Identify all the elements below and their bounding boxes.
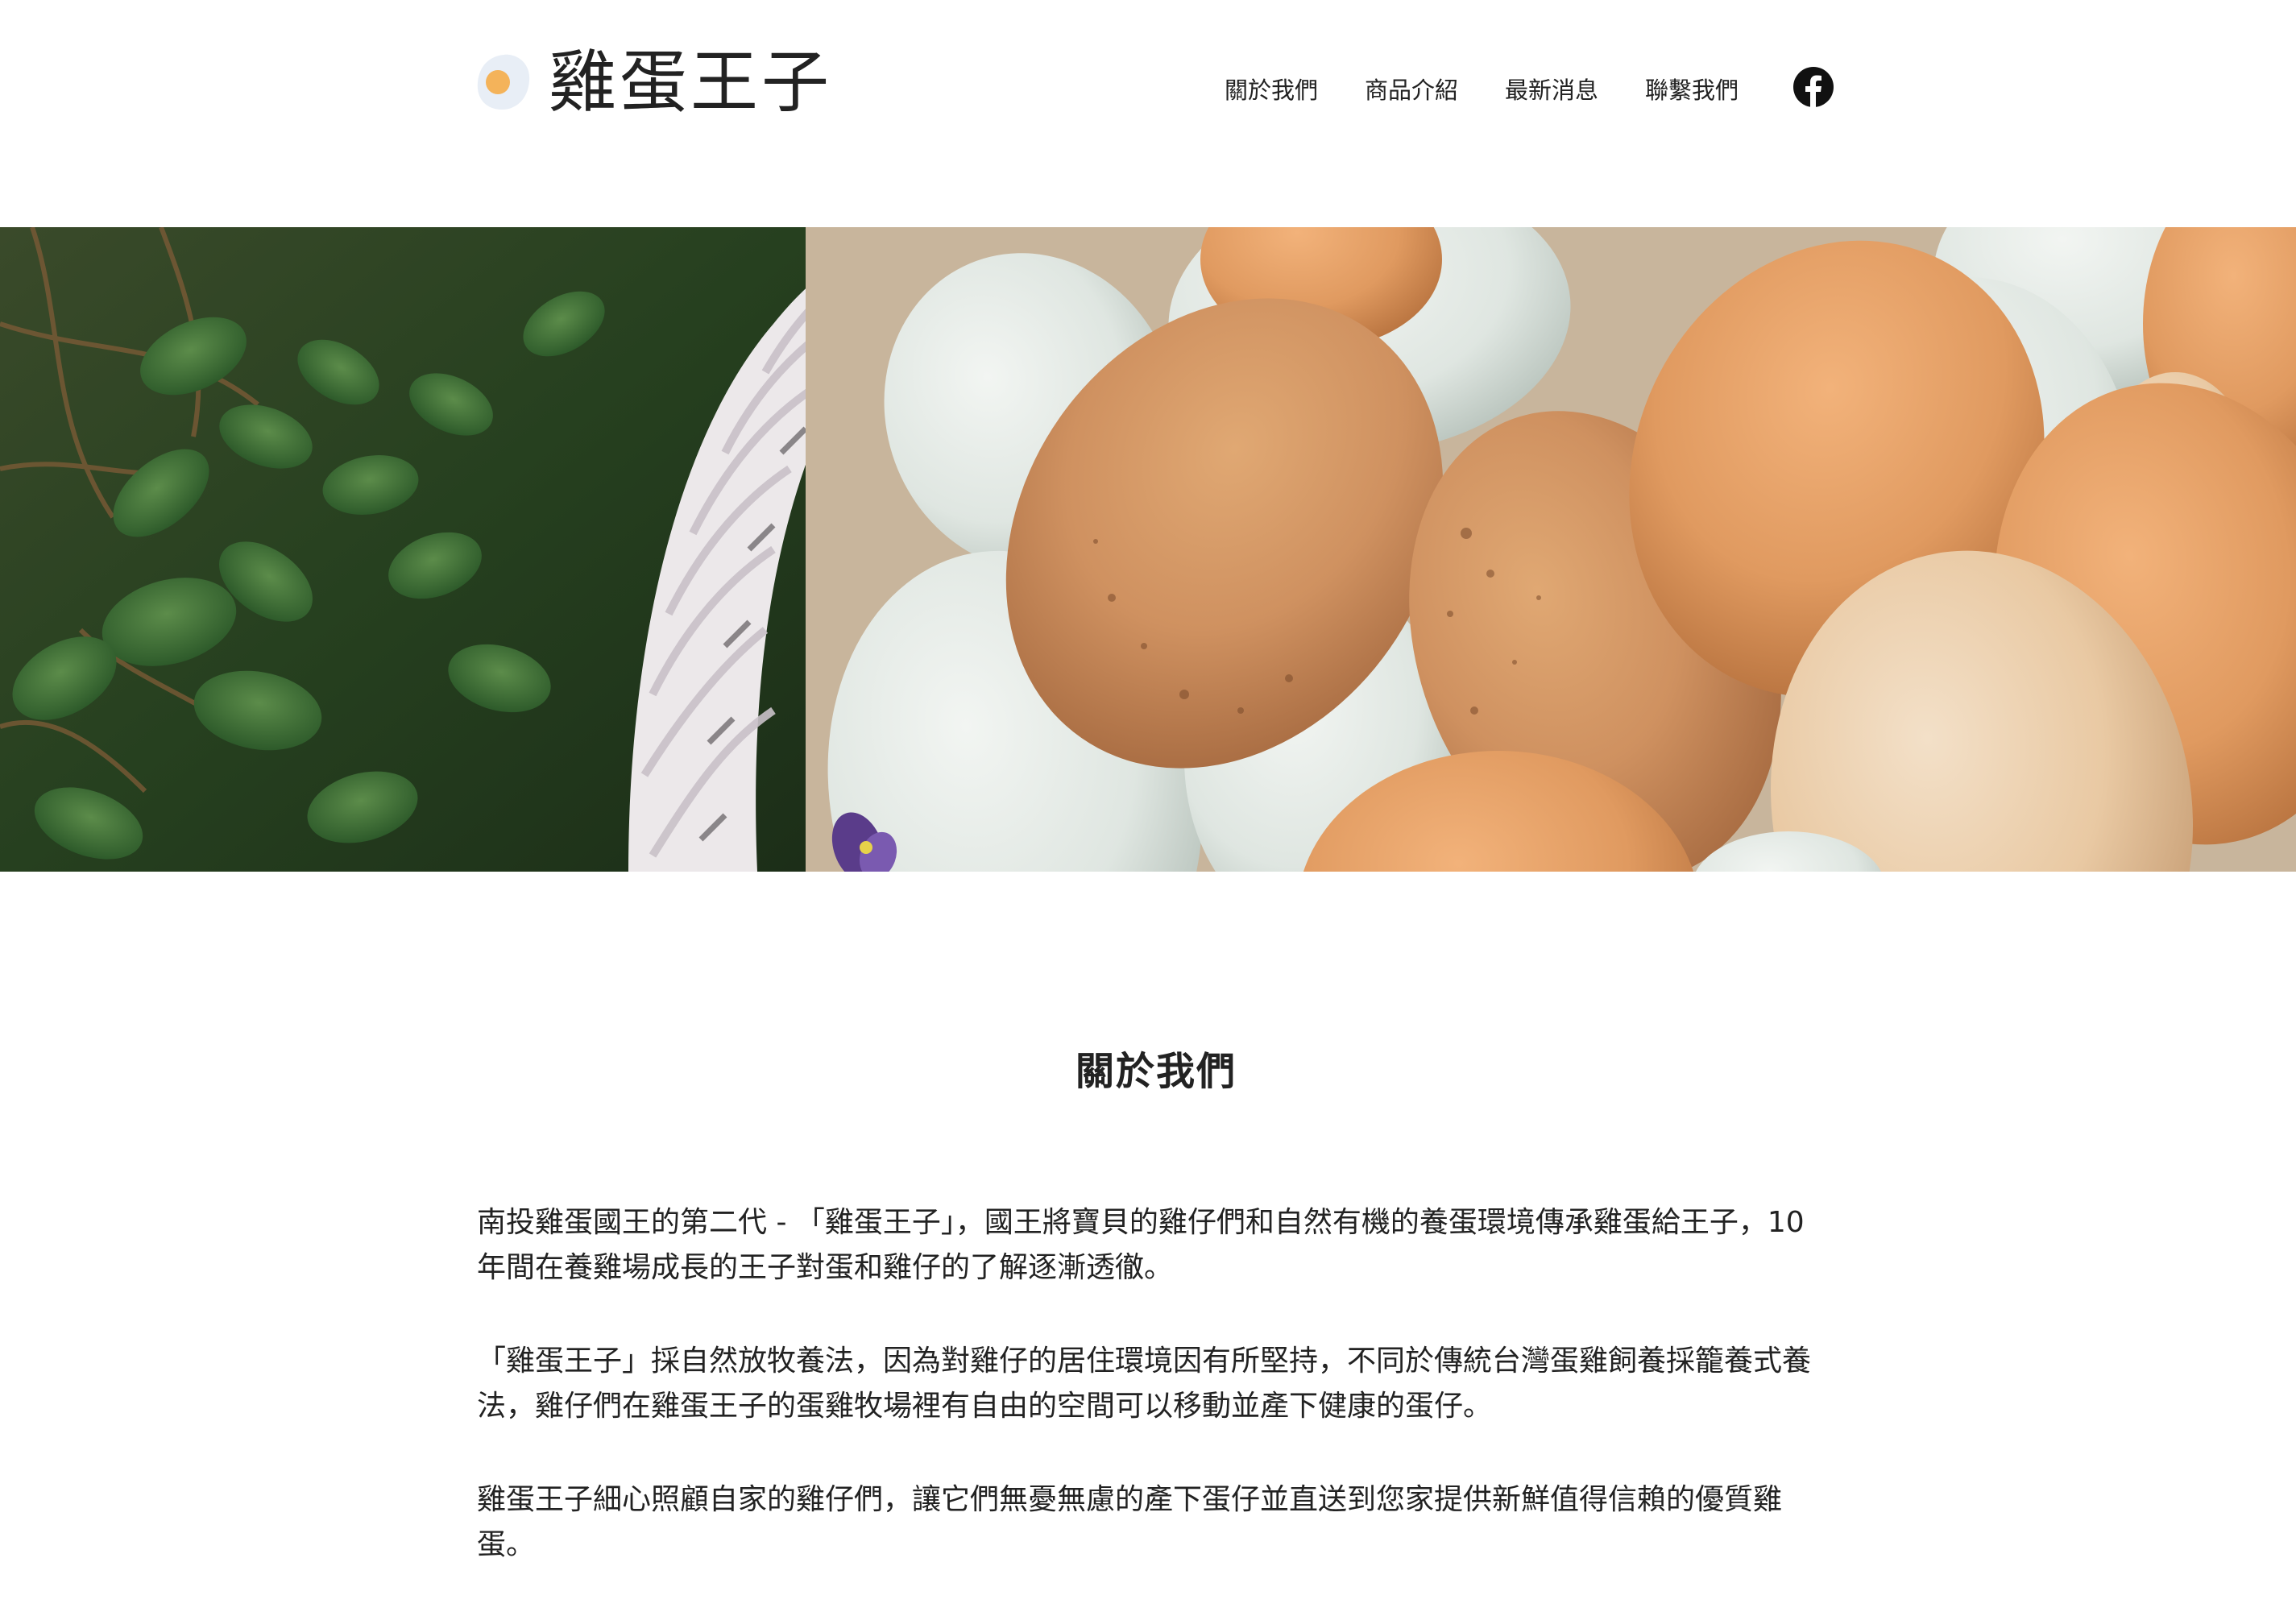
brand-logo-link[interactable]: 雞蛋王子 xyxy=(471,48,832,116)
main-nav: 關於我們 商品介紹 最新消息 聯繫我們 xyxy=(1225,66,1785,114)
about-title: 關於我們 xyxy=(1075,1049,1237,1094)
nav-item-contact[interactable]: 聯繫我們 xyxy=(1645,66,1739,114)
about-paragraph-1: 南投雞蛋國王的第二代 - 「雞蛋王子」，國王將寶貝的雞仔們和自然有機的養蛋環境傳… xyxy=(477,1206,1805,1284)
nav-item-news[interactable]: 最新消息 xyxy=(1505,66,1598,114)
fried-egg-icon xyxy=(477,54,530,110)
hero-image xyxy=(0,227,2296,872)
nav-item-products[interactable]: 商品介紹 xyxy=(1365,66,1458,114)
about-body: 南投雞蛋國王的第二代 - 「雞蛋王子」，國王將寶貝的雞仔們和自然有機的養蛋環境傳… xyxy=(477,1200,1814,1616)
about-paragraph-3: 雞蛋王子細心照顧自家的雞仔們，讓它們無憂無慮的產下蛋仔並直送到您家提供新鮮值得信… xyxy=(477,1483,1783,1561)
nav-item-about[interactable]: 關於我們 xyxy=(1225,66,1318,114)
about-paragraph-2: 「雞蛋王子」採自然放牧養法，因為對雞仔的居住環境因有所堅持，不同於傳統台灣蛋雞飼… xyxy=(477,1345,1812,1423)
eggs-in-basket-image xyxy=(0,227,2296,872)
site-header: 雞蛋王子 關於我們 商品介紹 最新消息 聯繫我們 xyxy=(0,0,2296,227)
facebook-icon[interactable] xyxy=(1792,66,1834,108)
brand-name: 雞蛋王子 xyxy=(549,43,833,122)
